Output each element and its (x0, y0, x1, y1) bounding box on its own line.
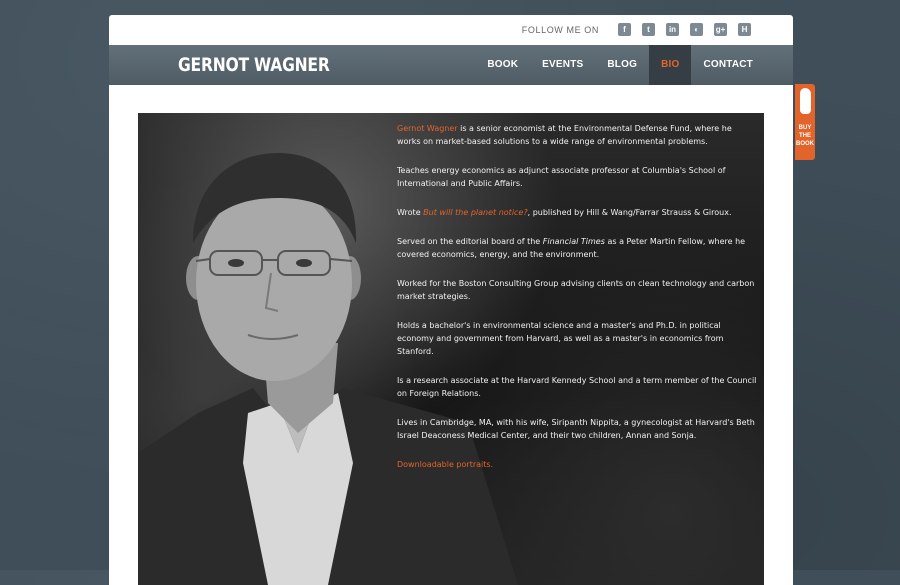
google-plus-icon[interactable]: g+ (714, 23, 727, 36)
nav-book[interactable]: BOOK (475, 45, 530, 85)
buy-tab-line: BUY (798, 125, 812, 131)
nav-events[interactable]: EVENTS (530, 45, 595, 85)
bio-paragraph: Is a research associate at the Harvard K… (397, 376, 757, 398)
bio-text: Gernot Wagner is a senior economist at t… (397, 122, 757, 487)
main-navbar: GERNOT WAGNER BOOK EVENTS BLOG BIO CONTA… (109, 45, 793, 85)
bio-paragraph: Wrote But will the planet notice?, publi… (397, 206, 757, 219)
top-bar: FOLLOW ME ON f t in ◐ g+ H (109, 15, 793, 45)
bio-paragraph: Lives in Cambridge, MA, with his wife, S… (397, 418, 755, 440)
bio-text-span: Served on the editorial board of the (397, 237, 543, 246)
buy-the-book-tab[interactable]: BUY THE BOOK (795, 84, 815, 160)
bio-text-span: , published by Hill & Wang/Farrar Straus… (527, 208, 732, 217)
follow-me-bar: FOLLOW ME ON f t in ◐ g+ H (522, 23, 751, 36)
site-logo[interactable]: GERNOT WAGNER (178, 54, 330, 76)
downloadable-portraits-link[interactable]: Downloadable portraits. (397, 458, 757, 471)
bio-paragraph: Holds a bachelor's in environmental scie… (397, 321, 724, 356)
bio-text-span: Wrote (397, 208, 424, 217)
bio-paragraph: Worked for the Boston Consulting Group a… (397, 279, 755, 301)
book-title-link[interactable]: But will the planet notice? (423, 208, 527, 217)
bio-paragraph: Gernot Wagner is a senior economist at t… (397, 122, 757, 148)
nav-contact[interactable]: CONTACT (691, 45, 793, 85)
ft-title: Financial Times (542, 237, 605, 246)
page-container: FOLLOW ME ON f t in ◐ g+ H GERNOT WAGNER… (109, 15, 793, 585)
main-nav: BOOK EVENTS BLOG BIO CONTACT (475, 45, 793, 85)
huffington-icon[interactable]: H (738, 23, 751, 36)
buy-tab-line: THE (799, 133, 811, 139)
twitter-icon[interactable]: t (642, 23, 655, 36)
linkedin-icon[interactable]: in (666, 23, 679, 36)
bio-paragraph: Served on the editorial board of the Fin… (397, 235, 757, 261)
buy-tab-label: BUY THE BOOK (795, 124, 815, 148)
footprint-icon (800, 88, 811, 114)
rss-icon[interactable]: ◐ (690, 23, 703, 36)
nav-bio[interactable]: BIO (649, 45, 692, 85)
facebook-icon[interactable]: f (618, 23, 631, 36)
author-name-link[interactable]: Gernot Wagner (397, 124, 458, 133)
bio-hero: Gernot Wagner is a senior economist at t… (138, 113, 764, 585)
nav-blog[interactable]: BLOG (595, 45, 649, 85)
bio-paragraph: Teaches energy economics as adjunct asso… (397, 166, 726, 188)
buy-tab-line: BOOK (796, 141, 814, 147)
follow-label: FOLLOW ME ON (521, 24, 599, 35)
